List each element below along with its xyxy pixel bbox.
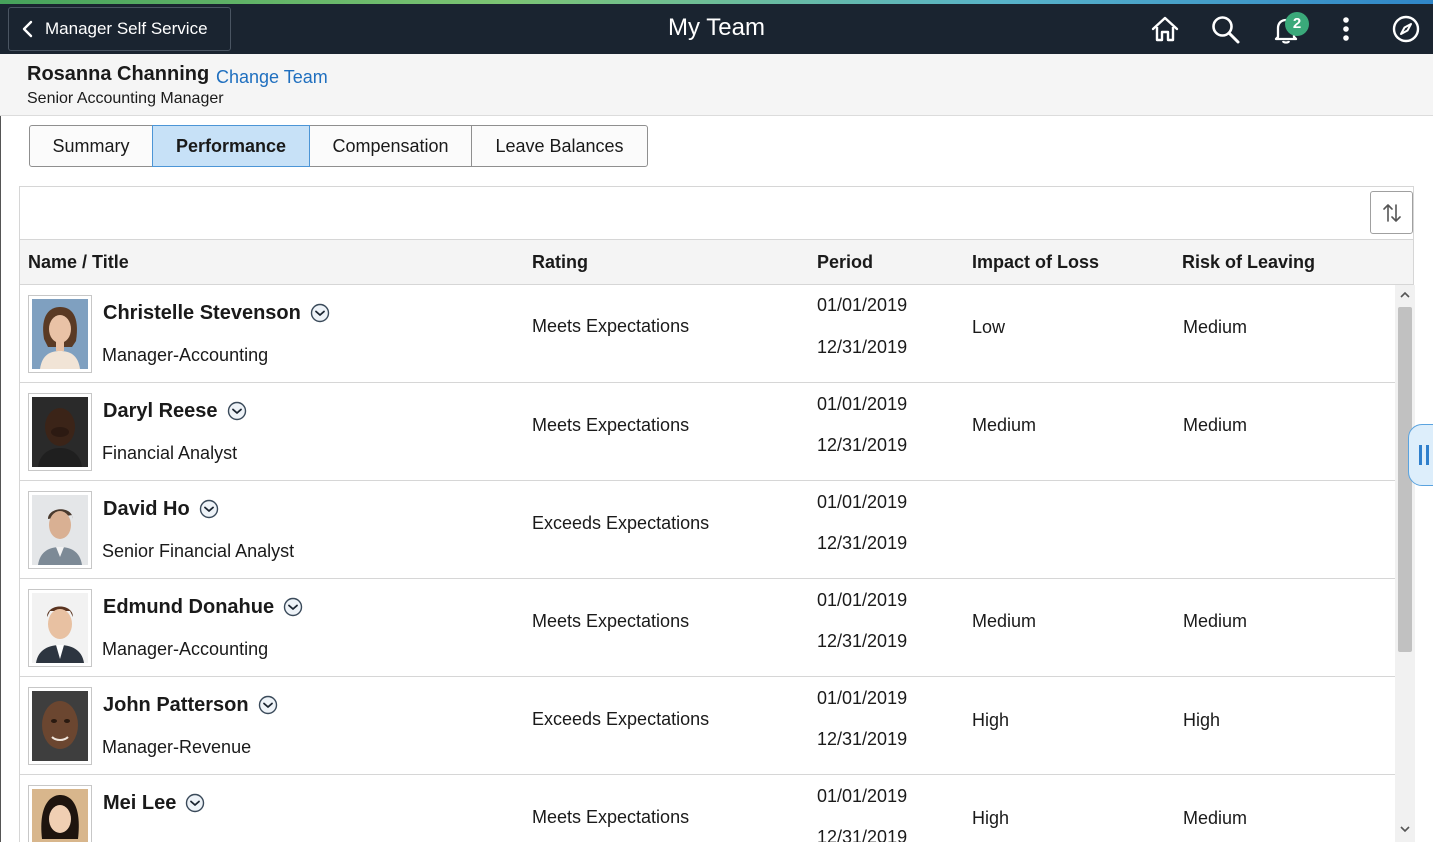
column-headers: Name / Title Rating Period Impact of Los… xyxy=(20,240,1413,285)
chevron-left-icon xyxy=(22,20,33,38)
scroll-down-arrow-icon[interactable] xyxy=(1399,823,1411,835)
risk-of-leaving-cell: Medium xyxy=(1183,808,1248,828)
period-start-cell: 01/01/2019 xyxy=(817,394,908,414)
rating-cell: Exceeds Expectations xyxy=(532,709,710,729)
search-icon[interactable] xyxy=(1209,13,1241,45)
tab-compensation[interactable]: Compensation xyxy=(309,125,472,167)
period-start-cell: 01/01/2019 xyxy=(817,688,908,708)
employee-name[interactable]: Edmund Donahue xyxy=(103,596,303,619)
tab-leave-balances[interactable]: Leave Balances xyxy=(471,125,648,167)
handle-bar-icon xyxy=(1426,445,1429,465)
table-row[interactable]: David Ho Senior Financial Analyst Exceed… xyxy=(20,481,1396,579)
table-row[interactable]: Christelle Stevenson Manager-Accounting … xyxy=(20,285,1396,383)
chevron-down-icon[interactable] xyxy=(258,695,278,715)
chevron-down-icon[interactable] xyxy=(227,401,247,421)
rating-cell: Exceeds Expectations xyxy=(532,513,710,533)
employee-job-title: Manager-Accounting xyxy=(102,345,269,365)
impact-of-loss-cell: Medium xyxy=(972,611,1037,631)
employee-job-title: Senior Financial Analyst xyxy=(102,541,295,561)
column-header-impact-of-loss[interactable]: Impact of Loss xyxy=(972,252,1099,273)
employee-photo[interactable] xyxy=(28,687,92,765)
more-vertical-icon[interactable] xyxy=(1330,13,1362,45)
chevron-down-icon[interactable] xyxy=(283,597,303,617)
employee-name[interactable]: Mei Lee xyxy=(103,792,205,815)
top-banner: Manager Self Service My Team 2 xyxy=(0,4,1433,54)
period-start-cell: 01/01/2019 xyxy=(817,295,908,315)
period-end-cell: 12/31/2019 xyxy=(817,337,908,357)
side-panel-handle[interactable] xyxy=(1408,424,1433,486)
employee-photo[interactable] xyxy=(28,295,92,373)
change-team-link[interactable]: Change Team xyxy=(216,67,328,88)
column-header-rating[interactable]: Rating xyxy=(532,252,588,273)
sort-arrows-icon xyxy=(1382,203,1401,222)
scroll-up-arrow-icon[interactable] xyxy=(1399,289,1411,301)
risk-of-leaving-cell: Medium xyxy=(1183,415,1248,435)
rating-cell: Meets Expectations xyxy=(532,611,690,631)
period-start-cell: 01/01/2019 xyxy=(817,786,908,806)
table-row[interactable]: John Patterson Manager-Revenue Exceeds E… xyxy=(20,677,1396,775)
grid-toolbar xyxy=(20,187,1413,240)
tab-performance[interactable]: Performance xyxy=(152,125,310,167)
page-left-border xyxy=(0,116,1,842)
column-header-name-title[interactable]: Name / Title xyxy=(28,252,129,273)
column-header-period[interactable]: Period xyxy=(817,252,873,273)
home-icon[interactable] xyxy=(1149,13,1181,45)
column-header-risk-of-leaving[interactable]: Risk of Leaving xyxy=(1182,252,1315,273)
chevron-down-icon[interactable] xyxy=(199,499,219,519)
manager-name: Rosanna Channing xyxy=(27,63,210,85)
employee-name[interactable]: David Ho xyxy=(103,498,219,521)
impact-of-loss-cell: Low xyxy=(972,317,1006,337)
table-row[interactable]: Daryl Reese Financial Analyst Meets Expe… xyxy=(20,383,1396,481)
sort-button[interactable] xyxy=(1370,191,1413,234)
team-grid: Name / Title Rating Period Impact of Los… xyxy=(19,186,1414,842)
employee-name[interactable]: Christelle Stevenson xyxy=(103,302,330,325)
employee-job-title: Financial Analyst xyxy=(102,443,238,463)
chevron-down-icon[interactable] xyxy=(310,303,330,323)
grid-scrollbar[interactable] xyxy=(1395,285,1415,842)
period-end-cell: 12/31/2019 xyxy=(817,631,908,651)
period-end-cell: 12/31/2019 xyxy=(817,435,908,455)
period-start-cell: 01/01/2019 xyxy=(817,492,908,512)
period-end-cell: 12/31/2019 xyxy=(817,827,908,842)
employee-job-title: Manager-Revenue xyxy=(102,737,252,757)
impact-of-loss-cell: High xyxy=(972,710,1010,730)
risk-of-leaving-cell: Medium xyxy=(1183,317,1248,337)
employee-photo[interactable] xyxy=(28,785,92,842)
rating-cell: Meets Expectations xyxy=(532,415,690,435)
back-button[interactable]: Manager Self Service xyxy=(8,7,231,51)
risk-of-leaving-cell: High xyxy=(1183,710,1221,730)
rating-cell: Meets Expectations xyxy=(532,807,690,827)
risk-of-leaving-cell: Medium xyxy=(1183,611,1248,631)
manager-header: Rosanna Channing Change Team Senior Acco… xyxy=(0,54,1433,116)
impact-of-loss-cell: Medium xyxy=(972,415,1037,435)
employee-photo[interactable] xyxy=(28,491,92,569)
table-row[interactable]: Edmund Donahue Manager-Accounting Meets … xyxy=(20,579,1396,677)
employee-photo[interactable] xyxy=(28,589,92,667)
chevron-down-icon[interactable] xyxy=(185,793,205,813)
period-end-cell: 12/31/2019 xyxy=(817,533,908,553)
view-tabs: Summary Performance Compensation Leave B… xyxy=(29,125,648,167)
tab-summary[interactable]: Summary xyxy=(29,125,153,167)
back-button-label: Manager Self Service xyxy=(45,19,208,38)
period-end-cell: 12/31/2019 xyxy=(817,729,908,749)
rating-cell: Meets Expectations xyxy=(532,316,690,336)
table-row[interactable]: Mei Lee Meets Expectations 01/01/2019 12… xyxy=(20,775,1396,842)
notification-count-badge: 2 xyxy=(1285,12,1309,36)
navbar-compass-icon[interactable] xyxy=(1390,13,1422,45)
manager-job-title: Senior Accounting Manager xyxy=(27,90,224,107)
period-start-cell: 01/01/2019 xyxy=(817,590,908,610)
employee-name[interactable]: Daryl Reese xyxy=(103,400,247,423)
impact-of-loss-cell: High xyxy=(972,808,1010,828)
employee-job-title: Manager-Accounting xyxy=(102,639,269,659)
handle-bar-icon xyxy=(1419,445,1422,465)
employee-photo[interactable] xyxy=(28,393,92,471)
employee-name[interactable]: John Patterson xyxy=(103,694,278,717)
grid-rows: Christelle Stevenson Manager-Accounting … xyxy=(20,285,1396,842)
